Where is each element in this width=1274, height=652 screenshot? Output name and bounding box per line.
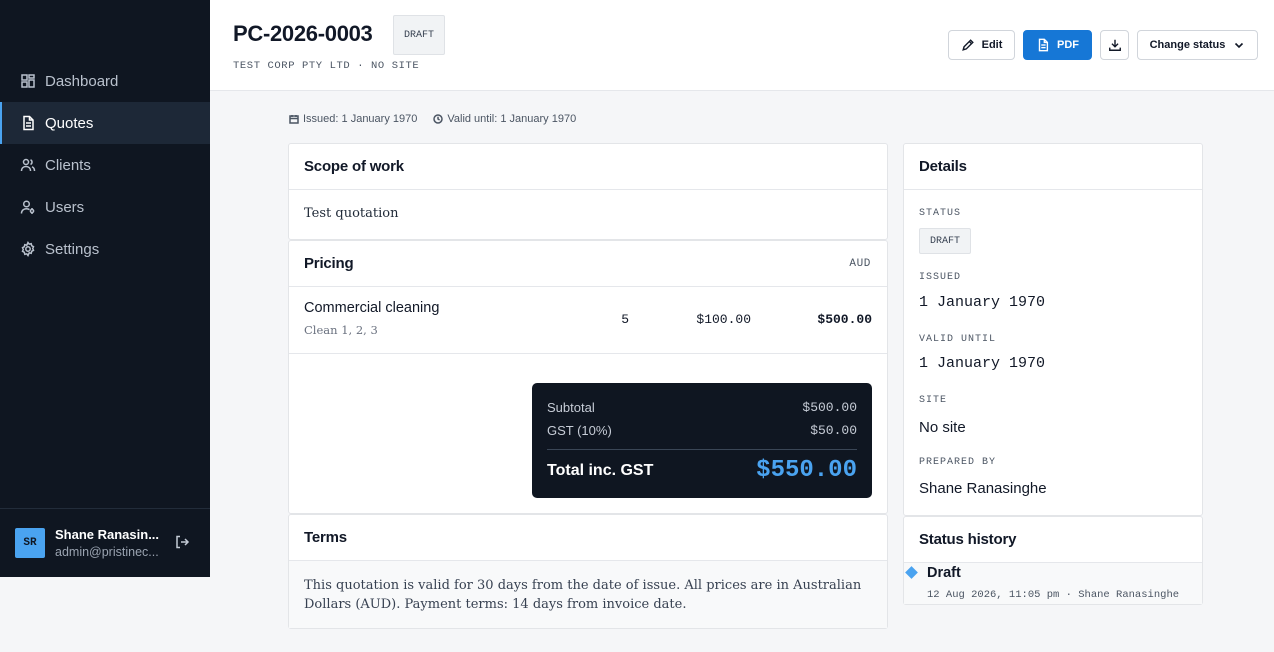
status-badge: DRAFT [393, 15, 445, 55]
page-subtitle: TEST CORP PTY LTD · NO SITE [233, 60, 420, 72]
line-item-unit-price: $100.00 [696, 312, 751, 327]
line-item-total: $500.00 [817, 312, 872, 327]
sidebar: Dashboard Quotes Clients Users Settings [0, 0, 210, 577]
line-item: Commercial cleaning Clean 1, 2, 3 5 $100… [289, 287, 887, 354]
history-entry-status: Draft [927, 565, 961, 581]
user-email: admin@pristinec... [55, 545, 159, 559]
edit-button-label: Edit [981, 39, 1003, 51]
status-label: STATUS [919, 208, 962, 219]
line-item-description: Clean 1, 2, 3 [304, 323, 378, 337]
total-row: Total inc. GST $550.00 [547, 457, 857, 484]
sidebar-item-label: Clients [45, 156, 91, 174]
chevron-down-icon [1235, 42, 1244, 49]
sidebar-item-users[interactable]: Users [0, 186, 210, 228]
gst-label: GST (10%) [547, 423, 612, 438]
sidebar-item-label: Users [45, 198, 85, 216]
pdf-button-label: PDF [1057, 39, 1079, 51]
pdf-button[interactable]: PDF [1023, 30, 1092, 60]
change-status-label: Change status [1149, 39, 1226, 51]
sidebar-nav: Dashboard Quotes Clients Users Settings [0, 60, 210, 270]
scope-card: Scope of work Test quotation [288, 143, 888, 240]
pricing-card: Pricing AUD Commercial cleaning Clean 1,… [288, 240, 888, 514]
total-label: Total inc. GST [547, 461, 654, 479]
sidebar-item-label: Dashboard [45, 72, 119, 90]
user-info: Shane Ranasin... admin@pristinec... [55, 527, 160, 559]
pencil-icon [961, 39, 974, 51]
details-card: Details STATUS DRAFT ISSUED 1 January 19… [903, 143, 1203, 516]
terms-heading: Terms [289, 515, 887, 561]
users-icon [20, 157, 36, 173]
total-value: $550.00 [756, 457, 857, 484]
page-title: PC-2026-0003 [233, 21, 373, 46]
logout-icon[interactable] [174, 534, 192, 552]
status-badge: DRAFT [919, 228, 971, 254]
sidebar-item-clients[interactable]: Clients [0, 144, 210, 186]
sidebar-item-settings[interactable]: Settings [0, 228, 210, 270]
terms-text: This quotation is valid for 30 days from… [289, 561, 887, 628]
prepared-by-label: PREPARED BY [919, 457, 997, 468]
user-profile: SR Shane Ranasin... admin@pristinec... [0, 508, 210, 577]
totals-divider [547, 449, 857, 450]
status-history-card: Status history Draft 12 Aug 2026, 11:05 … [903, 516, 1203, 605]
download-icon [1108, 39, 1121, 51]
calendar-icon [289, 114, 299, 124]
prepared-by-value: Shane Ranasinghe [919, 480, 1047, 497]
line-item-name: Commercial cleaning [304, 300, 440, 316]
sidebar-item-label: Quotes [45, 114, 94, 132]
details-heading: Details [904, 144, 1202, 190]
site-value: No site [919, 419, 966, 436]
change-status-button[interactable]: Change status [1137, 30, 1258, 60]
sidebar-item-label: Settings [45, 240, 100, 258]
valid-until-value: 1 January 1970 [919, 355, 1046, 372]
sidebar-item-quotes[interactable]: Quotes [0, 102, 210, 144]
gst-value: $50.00 [810, 423, 857, 438]
subtotal-row: Subtotal $500.00 [547, 400, 857, 415]
issued-value: 1 January 1970 [919, 294, 1046, 311]
user-key-icon [20, 199, 36, 215]
quote-dates: Issued: 1 January 1970 Valid until: 1 Ja… [289, 113, 576, 125]
gst-row: GST (10%) $50.00 [547, 423, 857, 438]
totals-panel: Subtotal $500.00 GST (10%) $50.00 Total … [532, 383, 872, 498]
subtotal-value: $500.00 [802, 400, 857, 415]
user-name: Shane Ranasin... [55, 527, 160, 542]
site-label: SITE [919, 395, 948, 406]
subtotal-label: Subtotal [547, 400, 595, 415]
issued-date: Issued: 1 January 1970 [303, 113, 418, 125]
download-button[interactable] [1100, 30, 1129, 60]
sidebar-item-dashboard[interactable]: Dashboard [0, 60, 210, 102]
gear-icon [20, 241, 36, 257]
history-entry: Draft 12 Aug 2026, 11:05 pm · Shane Rana… [904, 563, 1202, 604]
status-history-heading: Status history [904, 517, 1202, 563]
history-entry-meta: 12 Aug 2026, 11:05 pm · Shane Ranasinghe [927, 589, 1180, 601]
line-item-qty: 5 [621, 312, 629, 327]
pricing-heading: Pricing [304, 255, 354, 272]
edit-button[interactable]: Edit [948, 30, 1015, 60]
avatar: SR [15, 528, 45, 558]
pricing-header: Pricing AUD [289, 241, 887, 287]
grid-icon [20, 73, 36, 89]
issued-label: ISSUED [919, 272, 962, 283]
scope-heading: Scope of work [289, 144, 887, 190]
page-header: PC-2026-0003 DRAFT TEST CORP PTY LTD · N… [210, 0, 1274, 91]
timeline-marker-icon [905, 566, 918, 579]
valid-until-label: VALID UNTIL [919, 334, 997, 345]
document-icon [1038, 38, 1049, 52]
currency-label: AUD [849, 257, 871, 270]
scope-text: Test quotation [304, 206, 399, 221]
terms-card: Terms This quotation is valid for 30 day… [288, 514, 888, 629]
valid-until-date: Valid until: 1 January 1970 [447, 113, 577, 125]
document-icon [20, 115, 36, 131]
clock-icon [433, 114, 444, 124]
